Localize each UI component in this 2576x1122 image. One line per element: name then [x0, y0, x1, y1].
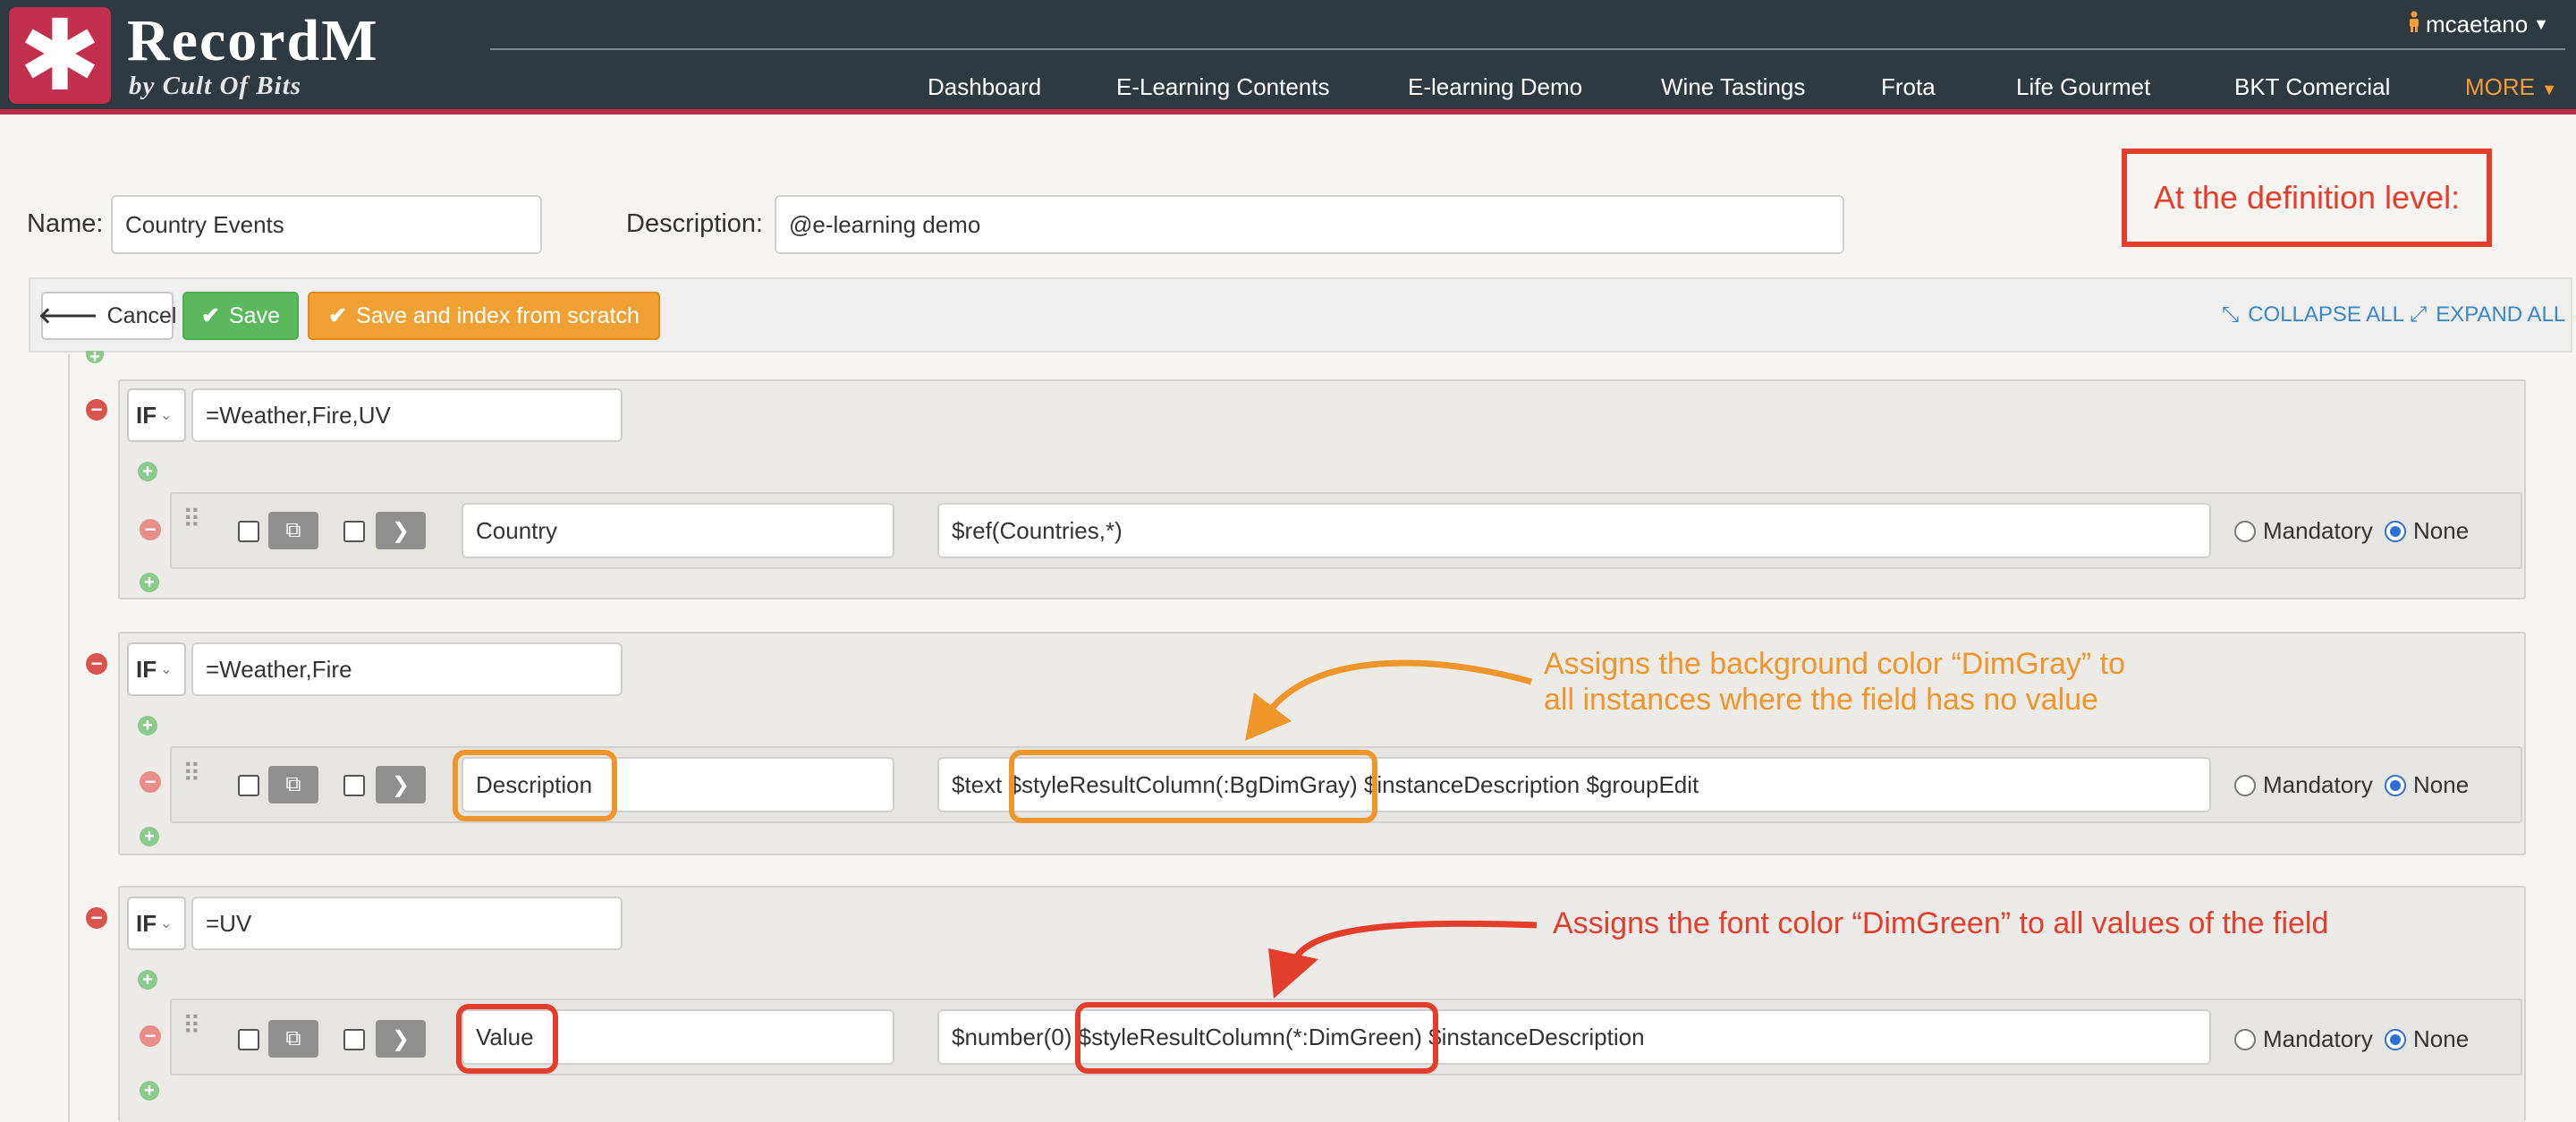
annotation-arrows	[1245, 659, 1538, 999]
